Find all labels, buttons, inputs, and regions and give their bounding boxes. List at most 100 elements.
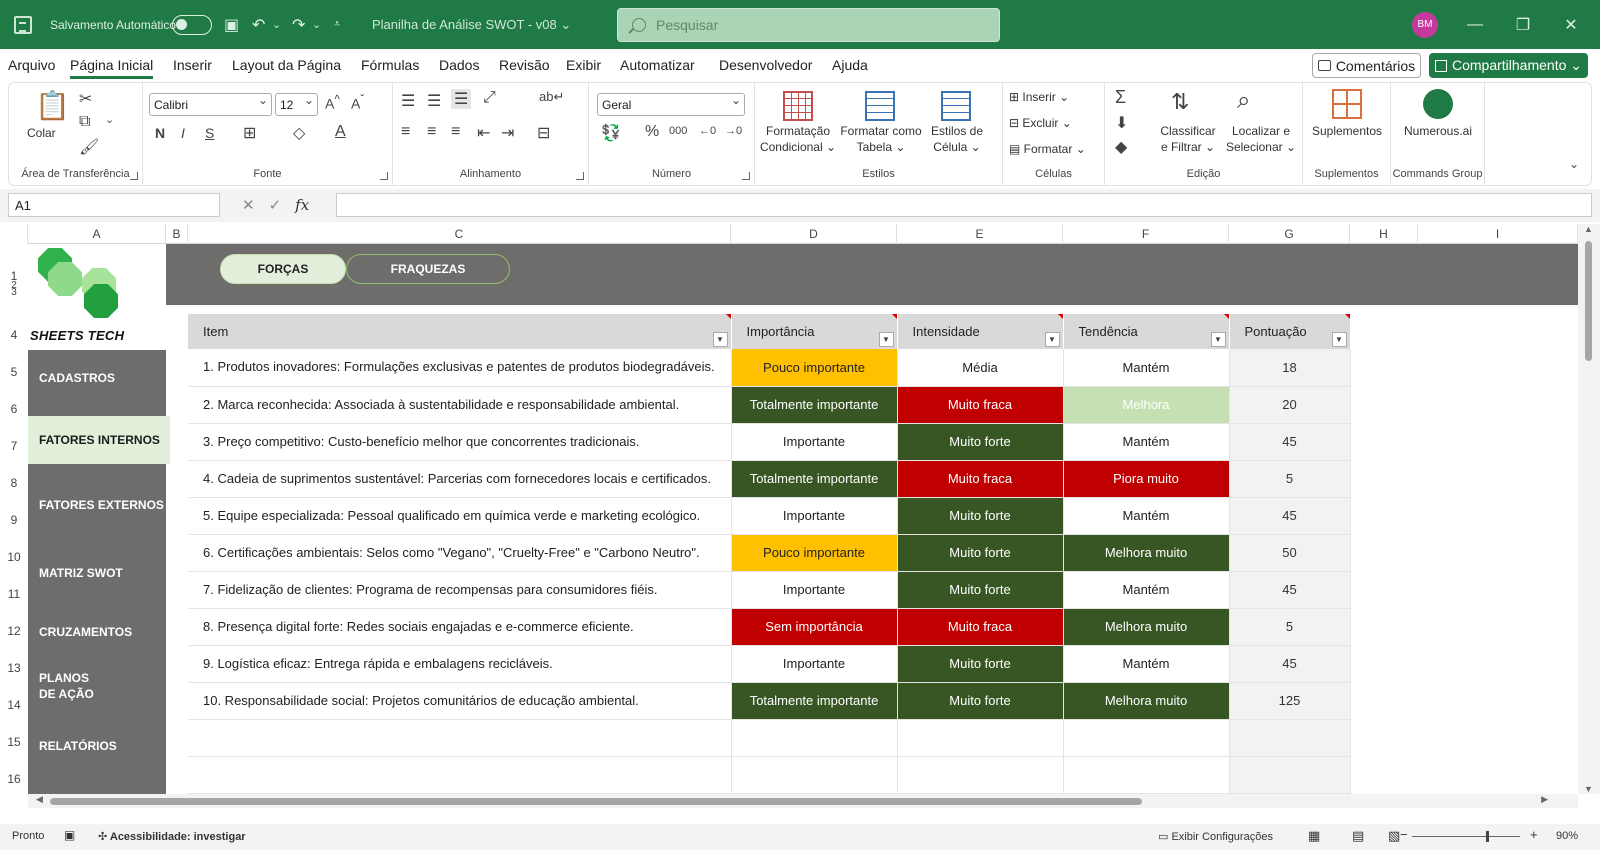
cell-styles-label[interactable]: Estilos de Célula ⌄	[927, 123, 987, 155]
empty-cell[interactable]	[1229, 719, 1351, 757]
alignment-launcher-icon[interactable]	[576, 172, 584, 180]
row-header-13[interactable]: 13	[0, 661, 28, 675]
cell-intensidade[interactable]: Média	[897, 349, 1064, 387]
document-title[interactable]: Planilha de Análise SWOT - v08 ⌄	[372, 0, 571, 49]
autosum-icon[interactable]: Σ	[1115, 87, 1126, 108]
row-header-7[interactable]: 7	[0, 439, 28, 453]
row-header-2[interactable]: 2	[0, 280, 28, 291]
cell-tendencia[interactable]: Piora muito	[1063, 460, 1230, 498]
filter-intensidade-icon[interactable]: ▼	[1044, 332, 1060, 347]
row-header-10[interactable]: 10	[0, 550, 28, 564]
scroll-up-icon[interactable]: ▲	[1584, 224, 1593, 234]
formula-input[interactable]	[336, 193, 1592, 217]
paste-label[interactable]: Colar	[27, 125, 56, 141]
bold-icon[interactable]: N	[155, 125, 165, 141]
clipboard-launcher-icon[interactable]	[130, 172, 138, 180]
zoom-out-icon[interactable]: −	[1400, 827, 1408, 842]
orientation-icon[interactable]: ⤢	[483, 89, 496, 107]
cell-pontuacao[interactable]: 5	[1229, 608, 1351, 646]
cell-tendencia[interactable]: Mantém	[1063, 423, 1230, 461]
fill-icon[interactable]: ⬇	[1115, 113, 1128, 133]
decrease-indent-icon[interactable]: ⇤	[477, 123, 490, 143]
currency-icon[interactable]: 💱	[601, 123, 621, 143]
cell-importancia[interactable]: Importante	[731, 571, 898, 609]
row-header-9[interactable]: 9	[0, 513, 28, 527]
font-launcher-icon[interactable]	[380, 172, 388, 180]
grow-font-icon[interactable]: A^	[325, 93, 340, 112]
name-box[interactable]: A1	[8, 193, 220, 217]
align-bottom-icon[interactable]: ☰	[451, 89, 472, 109]
scroll-down-icon[interactable]: ▼	[1584, 784, 1593, 794]
number-format-select[interactable]: Geral	[597, 93, 745, 116]
cell-pontuacao[interactable]: 5	[1229, 460, 1351, 498]
page-break-icon[interactable]: ▧	[1388, 828, 1400, 844]
cell-pontuacao[interactable]: 45	[1229, 571, 1351, 609]
paste-icon[interactable]: 📋	[35, 89, 70, 122]
find-select-label[interactable]: Localizar e Selecionar ⌄	[1223, 123, 1299, 155]
menu-inserir[interactable]: Inserir	[173, 57, 212, 73]
merge-center-icon[interactable]: ⊟	[537, 123, 550, 143]
find-select-icon[interactable]: ⌕	[1237, 87, 1250, 115]
cell-importancia[interactable]: Importante	[731, 645, 898, 683]
conditional-formatting-icon[interactable]	[783, 91, 813, 121]
conditional-formatting-label[interactable]: Formatação Condicional ⌄	[757, 123, 839, 155]
row-header-11[interactable]: 11	[0, 587, 28, 601]
cell-importancia[interactable]: Importante	[731, 497, 898, 535]
tab-fraquezas[interactable]: FRAQUEZAS	[346, 254, 510, 284]
align-middle-icon[interactable]: ☰	[427, 91, 441, 111]
empty-cell[interactable]	[897, 719, 1064, 757]
cell-tendencia[interactable]: Melhora muito	[1063, 682, 1230, 720]
empty-cell[interactable]	[188, 756, 732, 794]
borders-icon[interactable]: ⊞	[243, 123, 256, 143]
filter-tendencia-icon[interactable]: ▼	[1210, 332, 1226, 347]
undo-dropdown-icon[interactable]: ⌄	[272, 0, 281, 49]
macro-recording-icon[interactable]: ▣	[64, 828, 75, 842]
row-header-5[interactable]: 5	[0, 365, 28, 379]
menu-revisao[interactable]: Revisão	[499, 57, 550, 73]
cell-pontuacao[interactable]: 45	[1229, 423, 1351, 461]
autosave-toggle[interactable]	[172, 0, 212, 49]
cell-item[interactable]: 8. Presença digital forte: Redes sociais…	[188, 608, 732, 646]
cell-item[interactable]: 7. Fidelização de clientes: Programa de …	[188, 571, 732, 609]
nav-planos-de-acao[interactable]: PLANOS DE AÇÃO	[28, 670, 108, 702]
cell-intensidade[interactable]: Muito forte	[897, 571, 1064, 609]
ribbon-collapse-icon[interactable]: ⌄	[1569, 157, 1579, 171]
filter-item-icon[interactable]: ▼	[712, 332, 728, 347]
sort-filter-icon[interactable]: ⇅	[1171, 89, 1189, 115]
increase-decimal-icon[interactable]: ←0	[699, 125, 716, 137]
delete-cells-button[interactable]: ⊟ Excluir ⌄	[1009, 115, 1072, 131]
fill-color-icon[interactable]: ◇	[293, 123, 305, 143]
save-icon[interactable]: ▣	[224, 0, 239, 49]
menu-formulas[interactable]: Fórmulas	[361, 57, 419, 73]
column-header-e[interactable]: E	[897, 224, 1063, 244]
format-cells-button[interactable]: ▤ Formatar ⌄	[1009, 141, 1086, 157]
format-as-table-icon[interactable]	[865, 91, 895, 121]
cell-item[interactable]: 10. Responsabilidade social: Projetos co…	[188, 682, 732, 720]
insert-function-icon[interactable]: fx	[295, 196, 309, 214]
menu-desenvolvedor[interactable]: Desenvolvedor	[719, 57, 812, 73]
nav-cruzamentos[interactable]: CRUZAMENTOS	[28, 625, 166, 639]
empty-cell[interactable]	[1063, 719, 1230, 757]
minimize-icon[interactable]: —	[1452, 0, 1498, 49]
cell-intensidade[interactable]: Muito fraca	[897, 386, 1064, 424]
cell-item[interactable]: 5. Equipe especializada: Pessoal qualifi…	[188, 497, 732, 535]
comments-button[interactable]: Comentários	[1312, 53, 1421, 78]
cell-tendencia[interactable]: Melhora	[1063, 386, 1230, 424]
cell-item[interactable]: 1. Produtos inovadores: Formulações excl…	[188, 349, 732, 387]
column-header-i[interactable]: I	[1418, 224, 1578, 244]
row-header-15[interactable]: 15	[0, 735, 28, 749]
numerous-ai-icon[interactable]	[1423, 89, 1453, 119]
italic-icon[interactable]: I	[181, 125, 185, 141]
cell-tendencia[interactable]: Mantém	[1063, 645, 1230, 683]
row-header-4[interactable]: 4	[0, 328, 28, 342]
share-button[interactable]: Compartilhamento ⌄	[1429, 53, 1588, 78]
cell-item[interactable]: 2. Marca reconhecida: Associada à susten…	[188, 386, 732, 424]
empty-cell[interactable]	[1063, 756, 1230, 794]
cell-pontuacao[interactable]: 18	[1229, 349, 1351, 387]
cell-pontuacao[interactable]: 50	[1229, 534, 1351, 572]
cell-tendencia[interactable]: Mantém	[1063, 497, 1230, 535]
redo-dropdown-icon[interactable]: ⌄	[312, 0, 321, 49]
addins-icon[interactable]	[1332, 89, 1362, 119]
empty-cell[interactable]	[1229, 756, 1351, 794]
cell-importancia[interactable]: Pouco importante	[731, 349, 898, 387]
